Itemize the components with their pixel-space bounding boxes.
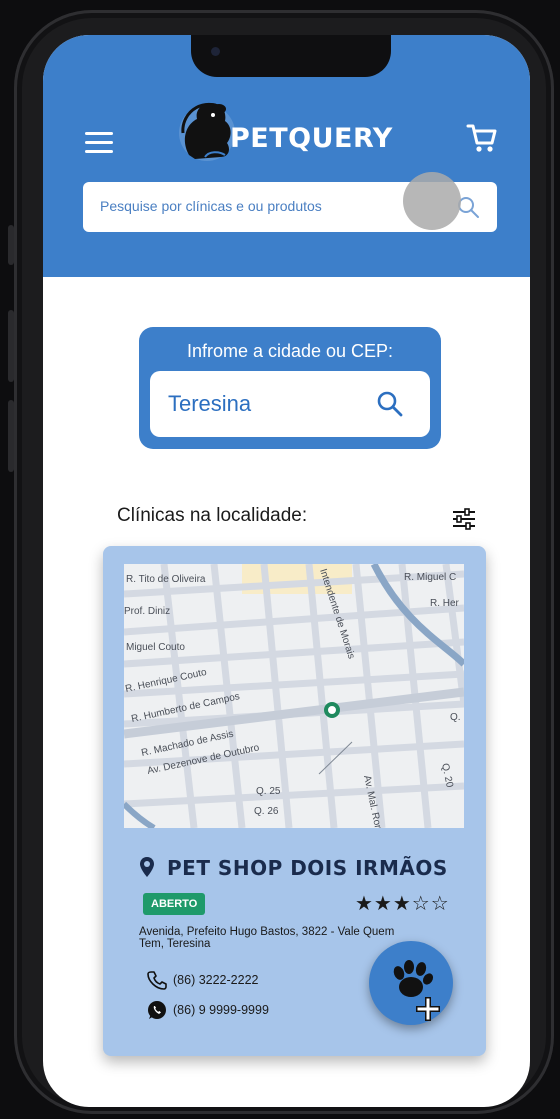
whatsapp-icon (148, 1001, 166, 1019)
hamburger-menu-icon[interactable] (85, 132, 113, 154)
map-label: R. Tito de Oliveira (126, 574, 206, 585)
app-logo-text: PETQUERY (230, 123, 393, 154)
rating-stars: ★★★☆☆ (355, 891, 450, 915)
sliders-filter-icon[interactable] (451, 506, 477, 532)
map-pin-icon (140, 857, 154, 877)
phone-side-button (8, 225, 14, 265)
phone-volume-up (8, 310, 14, 382)
city-input-value: Teresina (168, 391, 252, 416)
search-placeholder: Pesquise por clínicas e ou produtos (100, 198, 322, 214)
map-label: Miguel Couto (126, 642, 185, 653)
map-label: Q. 26 (254, 806, 279, 817)
search-icon[interactable] (376, 390, 404, 418)
map-label: Q. (450, 712, 461, 723)
shopping-cart-icon[interactable] (465, 121, 499, 155)
map-canvas: R. Tito de Oliveira R. Miguel C R. Her P… (124, 564, 464, 828)
app-screen: PETQUERY Pesquise por clínicas e ou prod… (43, 35, 530, 1107)
status-badge: ABERTO (143, 893, 206, 915)
touch-indicator (403, 172, 461, 230)
clinic-name[interactable]: PET SHOP DOIS IRMÃOS (167, 856, 448, 880)
location-panel: Infrome a cidade ou CEP: Teresina (139, 327, 441, 449)
map-location-marker (324, 702, 340, 718)
map-label: Q. 25 (256, 786, 281, 797)
front-camera (211, 47, 220, 56)
map-label: R. Her (430, 598, 460, 609)
whatsapp-number: (86) 9 9999-9999 (173, 1003, 269, 1017)
map-label: R. Miguel C (404, 572, 456, 583)
paw-plus-icon (393, 960, 440, 1021)
phone-icon (147, 971, 167, 990)
location-prompt: Infrome a cidade ou CEP: (186, 341, 394, 361)
phone-number: (86) 3222-2222 (173, 973, 259, 987)
phone-volume-down (8, 400, 14, 472)
phone-notch (191, 35, 391, 77)
city-input[interactable]: Teresina (150, 371, 430, 437)
add-pet-fab[interactable] (369, 941, 453, 1025)
results-title: Clínicas na localidade: (117, 505, 308, 526)
clinic-map[interactable]: R. Tito de Oliveira R. Miguel C R. Her P… (124, 564, 464, 828)
map-label: Prof. Diniz (124, 606, 170, 617)
